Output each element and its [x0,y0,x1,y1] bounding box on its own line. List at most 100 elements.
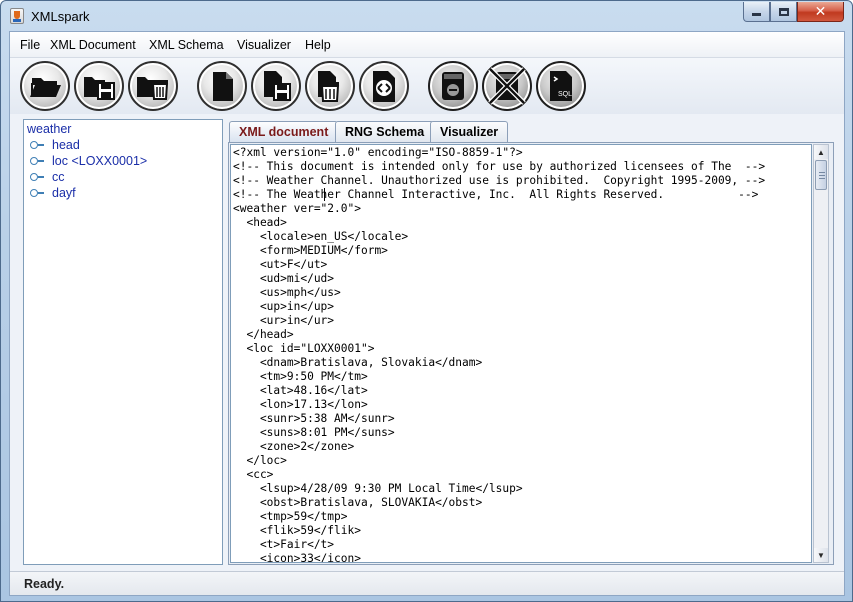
save-document-icon [264,71,291,101]
grip-line [819,175,825,176]
new-document-icon [213,72,233,101]
close-button[interactable]: ✕ [797,2,844,22]
code-line: <flik>59</flik> [233,524,361,537]
code-line: <dnam>Bratislava, Slovakia</dnam> [233,356,483,369]
code-line: </loc> [233,454,287,467]
save-folder-icon [84,77,115,100]
code-line: <cc> [233,468,274,481]
code-line: <locale>en_US</locale> [233,230,409,243]
menu-xml-document[interactable]: XML Document [50,38,136,52]
code-line: <!-- Weather Channel. Unauthorized use i… [233,174,766,187]
save-project-button[interactable] [74,61,124,111]
title-bar[interactable]: XMLspark ✕ [1,1,853,31]
code-line: <t>Fair</t> [233,538,335,551]
scroll-down-button[interactable]: ▼ [814,548,828,562]
client-area: File XML Document XML Schema Visualizer … [9,31,845,596]
menu-bar: File XML Document XML Schema Visualizer … [10,32,844,58]
disconnect-database-icon [488,67,526,105]
code-line: <us>mph</us> [233,286,341,299]
code-line: <suns>8:01 PM</suns> [233,426,395,439]
editor-vertical-scrollbar[interactable]: ▲ ▼ [813,144,829,563]
new-document-button[interactable] [197,61,247,111]
tab-xml-document[interactable]: XML document [229,121,339,142]
code-line: <tm>9:50 PM</tm> [233,370,368,383]
tree-expand-icon[interactable] [30,156,44,166]
code-line: <ut>F</ut> [233,258,328,271]
delete-project-button[interactable] [128,61,178,111]
code-line: <lsup>4/28/09 9:30 PM Local Time</lsup> [233,482,523,495]
tree-node-dayf[interactable]: dayf [30,185,76,201]
menu-visualizer[interactable]: Visualizer [237,38,291,52]
toolbar: SQL [10,58,844,114]
tree-node-head[interactable]: head [30,137,80,153]
sql-icon-label: SQL [558,91,572,98]
arrow-down-icon: ▼ [817,550,825,560]
database-icon [442,72,464,100]
code-line: </head> [233,328,294,341]
document-tree[interactable]: weather head loc <LOXX0001> cc dayf [23,119,223,565]
code-line: <form>MEDIUM</form> [233,244,388,257]
scroll-up-button[interactable]: ▲ [814,145,828,159]
arrow-up-icon: ▲ [817,147,825,157]
maximize-button[interactable] [770,2,797,22]
tab-rng-schema[interactable]: RNG Schema [335,121,435,142]
tree-expand-icon[interactable] [30,188,44,198]
close-icon: ✕ [814,3,827,19]
open-folder-icon [30,78,61,97]
grip-line [819,172,825,173]
menu-help[interactable]: Help [305,38,331,52]
tree-node-loc[interactable]: loc <LOXX0001> [30,153,147,169]
grip-line [819,178,825,179]
delete-document-button[interactable] [305,61,355,111]
java-app-icon [10,8,24,24]
minimize-button[interactable] [743,2,770,22]
database-button[interactable] [428,61,478,111]
validate-document-icon [373,71,395,102]
code-line: <ud>mi</ud> [233,272,335,285]
sql-query-button[interactable]: SQL [536,61,586,111]
status-text: Ready. [24,577,65,591]
code-line: <!-- This document is intended only for … [233,160,766,173]
minimize-icon [752,13,761,16]
tree-expand-icon[interactable] [30,172,44,182]
menu-file[interactable]: File [20,38,40,52]
code-line: <loc id="LOXX0001"> [233,342,375,355]
delete-document-icon [318,71,340,102]
tree-node-cc[interactable]: cc [30,169,65,185]
tree-node-label: dayf [52,186,76,200]
code-line: <up>in</up> [233,300,335,313]
xml-editor[interactable]: <?xml version="1.0" encoding="ISO-8859-1… [230,144,812,563]
validate-document-button[interactable] [359,61,409,111]
delete-folder-icon [137,77,169,100]
code-line: <weather ver="2.0"> [233,202,361,215]
tree-node-label: head [52,138,80,152]
open-project-button[interactable] [20,61,70,111]
text-caret [324,188,325,201]
window-title: XMLspark [31,9,90,24]
status-bar: Ready. [10,571,844,595]
code-line: <obst>Bratislava, SLOVAKIA</obst> [233,496,483,509]
tab-visualizer[interactable]: Visualizer [430,121,509,142]
tree-node-label: cc [52,170,65,184]
scroll-thumb[interactable] [815,160,827,190]
code-line: <!-- The Weather Channel Interactive, In… [233,188,759,201]
code-line: <?xml version="1.0" encoding="ISO-8859-1… [233,146,523,159]
code-line: <icon>33</icon> [233,552,361,563]
code-line: <tmp>59</tmp> [233,510,348,523]
code-line: <zone>2</zone> [233,440,355,453]
xml-code: <?xml version="1.0" encoding="ISO-8859-1… [233,146,809,563]
sql-icon: SQL [550,71,572,101]
maximize-icon [778,7,789,16]
window-frame: XMLspark ✕ File XML Document XML Schema … [0,0,853,602]
code-line: <lat>48.16</lat> [233,384,368,397]
menu-xml-schema[interactable]: XML Schema [149,38,224,52]
code-line: <sunr>5:38 AM</sunr> [233,412,395,425]
save-document-button[interactable] [251,61,301,111]
code-line: <ur>in</ur> [233,314,335,327]
tree-root-weather[interactable]: weather [27,122,71,136]
tree-expand-icon[interactable] [30,140,44,150]
code-line: <head> [233,216,287,229]
tree-node-label: loc <LOXX0001> [52,154,148,168]
code-line: <lon>17.13</lon> [233,398,368,411]
disconnect-database-button[interactable] [482,61,532,111]
